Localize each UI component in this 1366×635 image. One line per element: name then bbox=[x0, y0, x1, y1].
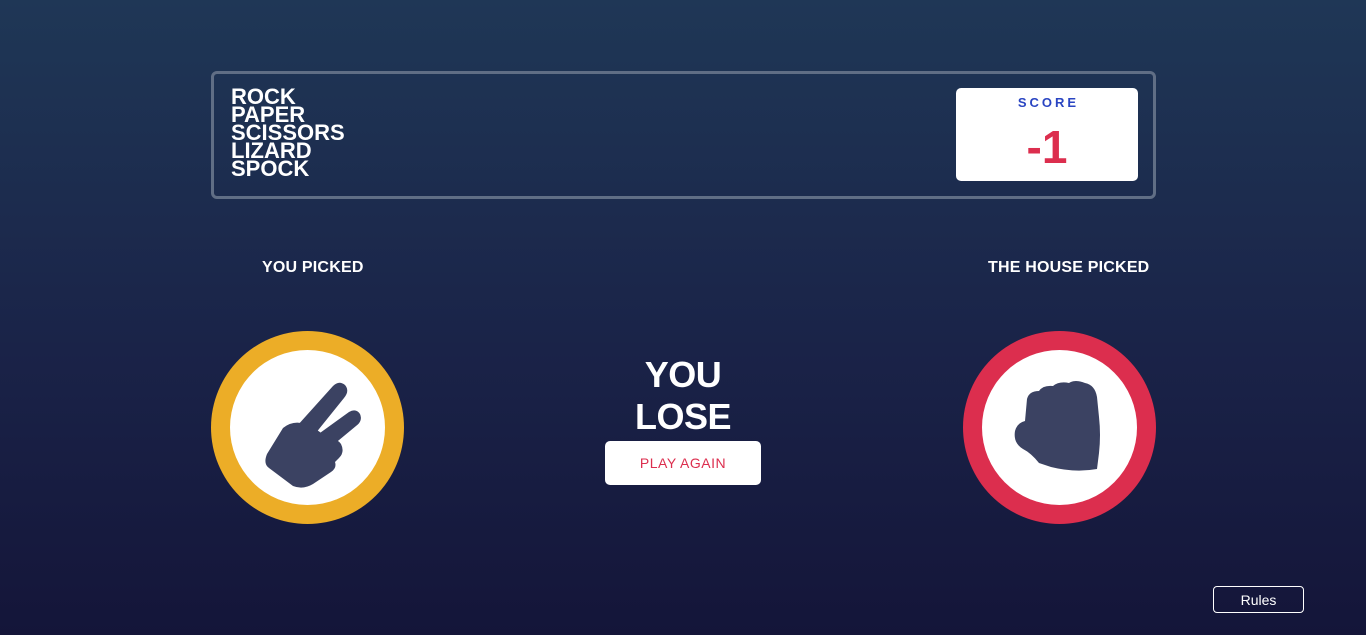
scoreboard-header: ROCK PAPER SCISSORS LIZARD SPOCK SCORE -… bbox=[211, 71, 1156, 199]
play-again-button[interactable]: PLAY AGAIN bbox=[605, 441, 761, 485]
title-line-spock: SPOCK bbox=[231, 156, 310, 181]
score-label: SCORE bbox=[1017, 95, 1080, 110]
game-title: ROCK PAPER SCISSORS LIZARD SPOCK bbox=[231, 86, 345, 181]
scissors-icon bbox=[264, 382, 361, 488]
house-picked-label: THE HOUSE PICKED bbox=[988, 259, 1150, 276]
you-picked-label: YOU PICKED bbox=[262, 259, 364, 276]
player-choice-inner bbox=[230, 350, 385, 505]
score-value: -1 bbox=[1026, 121, 1068, 173]
result-panel: YOU LOSE PLAY AGAIN bbox=[605, 354, 761, 485]
rules-button[interactable]: Rules bbox=[1213, 586, 1304, 613]
house-choice-inner bbox=[982, 350, 1137, 505]
player-choice-token bbox=[211, 331, 404, 524]
house-choice-token bbox=[963, 331, 1156, 524]
score-box: SCORE -1 bbox=[956, 88, 1138, 181]
result-text: YOU LOSE bbox=[634, 354, 732, 437]
rock-icon bbox=[1014, 380, 1100, 471]
